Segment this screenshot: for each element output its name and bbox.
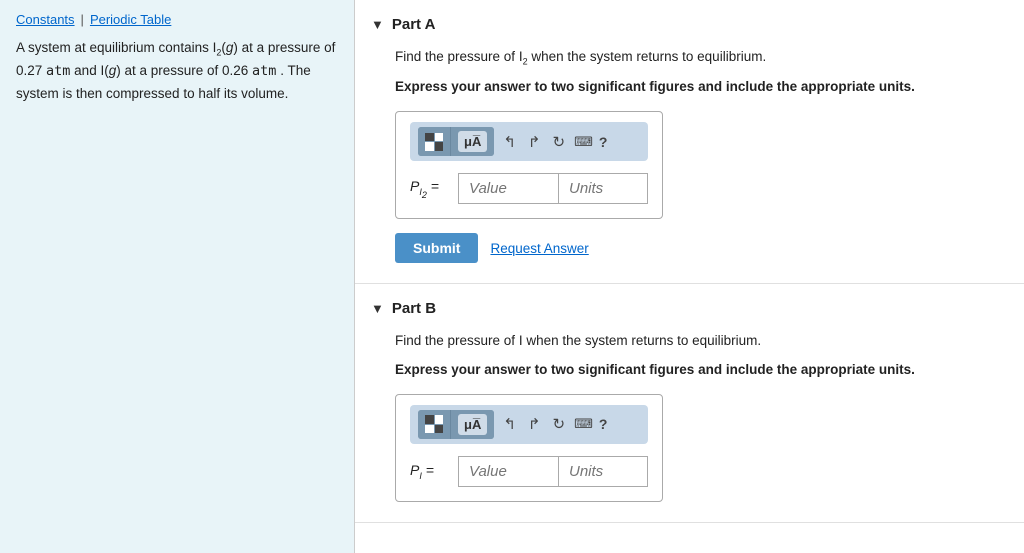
part-a-units-input[interactable] bbox=[558, 173, 648, 204]
part-b-collapse-arrow[interactable]: ▼ bbox=[371, 301, 384, 316]
constants-link[interactable]: Constants bbox=[16, 12, 75, 27]
part-b-grid-btn[interactable] bbox=[418, 410, 451, 439]
part-b-section: ▼ Part B Find the pressure of I when the… bbox=[355, 284, 1024, 523]
part-a-instruction: Express your answer to two significant f… bbox=[395, 77, 1000, 97]
part-a-section: ▼ Part A Find the pressure of I2 when th… bbox=[355, 0, 1024, 284]
part-b-label: PI = bbox=[410, 462, 450, 481]
part-b-mu-btn[interactable]: μA̅ bbox=[451, 410, 494, 439]
part-a-header: ▼ Part A bbox=[371, 16, 1000, 33]
periodic-table-link[interactable]: Periodic Table bbox=[90, 12, 171, 27]
part-a-question: Find the pressure of I2 when the system … bbox=[395, 47, 1000, 69]
part-a-help-btn[interactable]: ? bbox=[599, 134, 608, 150]
part-a-answer-box: μA̅ ↰ ↱ ↻ ⌨ ? PI2 = bbox=[395, 111, 663, 219]
part-b-instruction: Express your answer to two significant f… bbox=[395, 360, 1000, 380]
problem-text: A system at equilibrium contains I2(g) a… bbox=[16, 37, 338, 104]
part-b-value-input[interactable] bbox=[458, 456, 558, 487]
part-a-keyboard-btn[interactable]: ⌨ bbox=[574, 134, 593, 150]
part-a-submit-row: Submit Request Answer bbox=[395, 233, 1000, 263]
mu-label-a: μA̅ bbox=[458, 131, 487, 152]
sidebar-links: Constants | Periodic Table bbox=[16, 12, 338, 27]
part-a-refresh-btn[interactable]: ↻ bbox=[550, 131, 569, 153]
part-a-submit-button[interactable]: Submit bbox=[395, 233, 478, 263]
part-b-input-row: PI = bbox=[410, 456, 648, 487]
part-a-value-input[interactable] bbox=[458, 173, 558, 204]
part-b-units-input[interactable] bbox=[558, 456, 648, 487]
part-a-grid-btn[interactable] bbox=[418, 127, 451, 156]
part-a-request-answer-button[interactable]: Request Answer bbox=[490, 241, 588, 256]
mu-label-b: μA̅ bbox=[458, 414, 487, 435]
separator: | bbox=[81, 12, 84, 27]
part-b-redo-btn[interactable]: ↱ bbox=[525, 413, 544, 435]
sidebar: Constants | Periodic Table A system at e… bbox=[0, 0, 355, 553]
part-a-redo-btn[interactable]: ↱ bbox=[525, 131, 544, 153]
part-a-title: Part A bbox=[392, 16, 436, 33]
part-b-keyboard-btn[interactable]: ⌨ bbox=[574, 416, 593, 432]
part-b-help-btn[interactable]: ? bbox=[599, 416, 608, 432]
part-b-toolbar: μA̅ ↰ ↱ ↻ ⌨ ? bbox=[410, 405, 648, 444]
part-b-format-group: μA̅ bbox=[418, 410, 494, 439]
grid-icon-b bbox=[425, 415, 443, 433]
part-a-collapse-arrow[interactable]: ▼ bbox=[371, 17, 384, 32]
part-a-format-group: μA̅ bbox=[418, 127, 494, 156]
part-b-header: ▼ Part B bbox=[371, 300, 1000, 317]
part-a-input-row: PI2 = bbox=[410, 173, 648, 204]
part-b-title: Part B bbox=[392, 300, 436, 317]
part-a-toolbar: μA̅ ↰ ↱ ↻ ⌨ ? bbox=[410, 122, 648, 161]
part-a-mu-btn[interactable]: μA̅ bbox=[451, 127, 494, 156]
part-b-undo-btn[interactable]: ↰ bbox=[500, 413, 519, 435]
part-b-refresh-btn[interactable]: ↻ bbox=[550, 413, 569, 435]
grid-icon bbox=[425, 133, 443, 151]
part-b-answer-box: μA̅ ↰ ↱ ↻ ⌨ ? PI = bbox=[395, 394, 663, 502]
part-b-question: Find the pressure of I when the system r… bbox=[395, 331, 1000, 351]
part-a-undo-btn[interactable]: ↰ bbox=[500, 131, 519, 153]
part-a-label: PI2 = bbox=[410, 178, 450, 200]
main-content: ▼ Part A Find the pressure of I2 when th… bbox=[355, 0, 1024, 553]
